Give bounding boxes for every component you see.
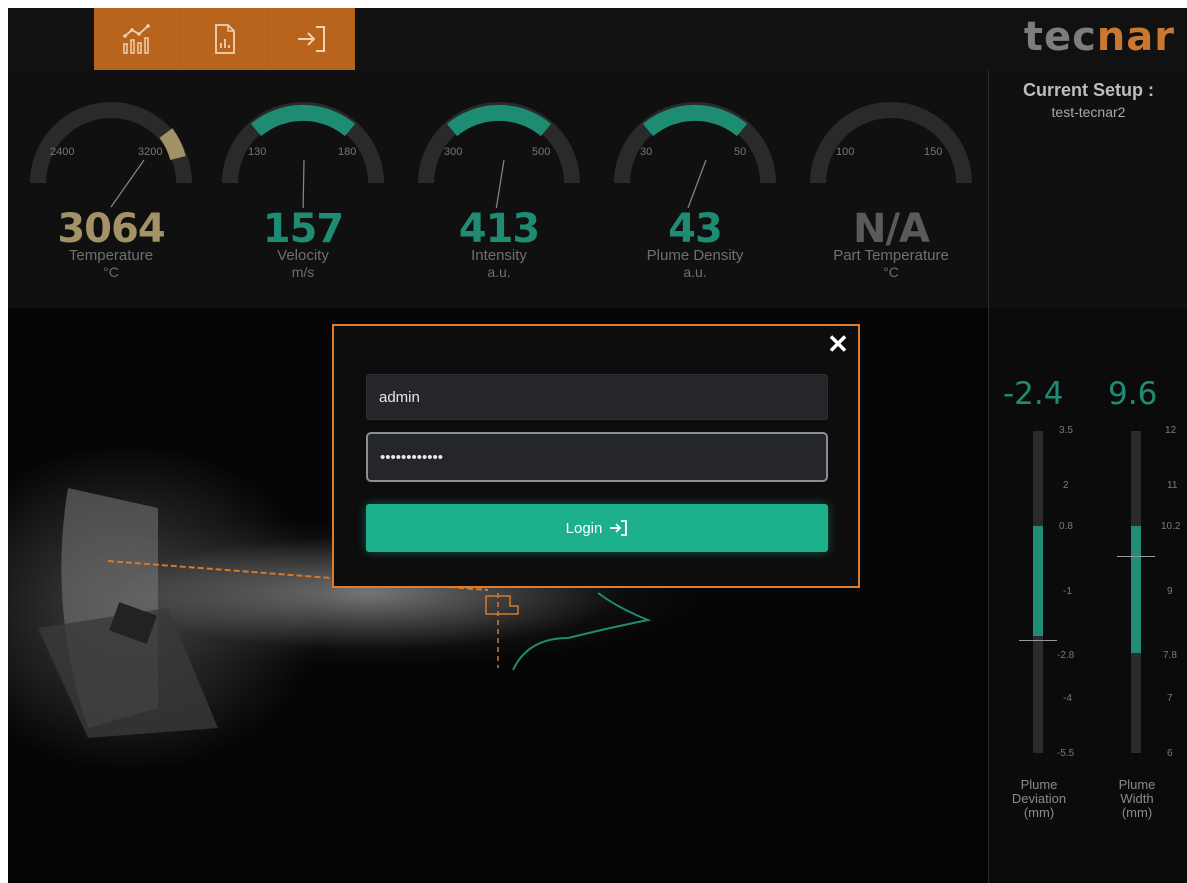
tab-reports[interactable] — [181, 8, 268, 70]
gauge-unit: °C — [103, 264, 119, 280]
close-icon: ✕ — [827, 329, 849, 359]
gauge-tick-min: 130 — [248, 146, 267, 158]
current-setup-name: test-tecnar2 — [1051, 104, 1126, 120]
current-setup-title: Current Setup : — [1022, 80, 1154, 100]
gauge-unit: °C — [883, 264, 899, 280]
gauge-intensity: 300 500 413 Intensity a.u. — [414, 88, 584, 298]
label-line: (mm) — [1121, 805, 1153, 820]
gauge-tick-min: 100 — [836, 146, 855, 158]
tab-charts[interactable] — [94, 8, 181, 70]
gauge-dial — [614, 102, 776, 208]
gauge-value: 3064 — [57, 206, 165, 252]
gauge-label: Plume Density — [646, 247, 744, 264]
report-icon — [215, 24, 235, 54]
gauge-tick-min: 30 — [640, 146, 653, 158]
tecnar-logo: tecnar — [1024, 14, 1175, 60]
label-line: Deviation — [1011, 791, 1067, 806]
gauge-value: 413 — [458, 206, 541, 252]
deviation-tick: -1 — [1063, 586, 1072, 597]
password-input[interactable] — [366, 432, 828, 482]
plume-deviation-value: -2.4 — [1003, 376, 1064, 412]
width-tick: 7.8 — [1163, 650, 1177, 661]
login-arrow-icon — [610, 520, 628, 536]
gauge-temperature: 2400 3200 3064 Temperature °C — [26, 88, 196, 298]
gauge-value: N/A — [852, 206, 930, 252]
width-tick: 7 — [1167, 693, 1173, 704]
gauge-dial — [222, 102, 384, 208]
tab-login[interactable] — [268, 8, 355, 70]
plume-width-fill — [1131, 526, 1141, 653]
deviation-tick: 2 — [1063, 480, 1069, 491]
gauge-tick-max: 50 — [734, 146, 747, 158]
deviation-tick: -2.8 — [1057, 650, 1075, 661]
login-modal: ✕ Login — [332, 324, 860, 588]
width-tick: 12 — [1165, 425, 1177, 436]
gauge-tick-max: 500 — [532, 146, 551, 158]
gauge-part-temperature: 100 150 N/A Part Temperature °C — [806, 88, 976, 298]
top-navigation: tecnar — [8, 8, 1187, 883]
username-input[interactable] — [366, 374, 828, 420]
gauge-unit: a.u. — [683, 264, 707, 280]
login-button[interactable]: Login — [366, 504, 828, 552]
width-tick: 11 — [1167, 480, 1178, 491]
plume-width-label: Plume Width (mm) — [1097, 778, 1177, 820]
gauge-label: Temperature — [68, 247, 154, 264]
gauge-unit: m/s — [291, 264, 315, 280]
plume-deviation-bar — [1033, 431, 1043, 753]
deviation-tick: 0.8 — [1059, 521, 1073, 532]
deviation-tick: 3.5 — [1059, 425, 1073, 436]
gauge-unit: a.u. — [487, 264, 511, 280]
gauge-tick-min: 2400 — [50, 146, 75, 158]
gauge-value: 157 — [262, 206, 345, 252]
plume-width-bar — [1131, 431, 1141, 753]
plume-side-panel: -2.4 9.6 3.5 2 0.8 -1 -2.8 -4 -5.5 12 11… — [988, 308, 1187, 883]
logo-part-2: nar — [1096, 14, 1175, 60]
gauge-tick-max: 180 — [338, 146, 357, 158]
gauge-dial — [810, 102, 972, 184]
plume-width-value: 9.6 — [1108, 376, 1158, 412]
gauge-label: Part Temperature — [833, 247, 949, 264]
gauge-tick-max: 150 — [924, 146, 943, 158]
plume-deviation-label: Plume Deviation (mm) — [999, 778, 1079, 820]
deviation-tick: -4 — [1063, 693, 1072, 704]
chart-icon — [123, 24, 150, 54]
width-tick: 9 — [1167, 586, 1173, 597]
logo-part-1: tec — [1023, 14, 1097, 60]
plume-deviation-fill — [1033, 526, 1043, 636]
label-line: Plume — [1020, 777, 1058, 792]
label-line: (mm) — [1023, 805, 1055, 820]
gauge-label: Velocity — [277, 247, 329, 264]
app-window: tecnar 2400 3200 3064 Temperature °C 130… — [8, 8, 1187, 883]
label-line: Width — [1120, 791, 1154, 806]
plume-width-marker — [1117, 556, 1155, 557]
gauge-tick-max: 3200 — [138, 146, 163, 158]
metrics-panel: 2400 3200 3064 Temperature °C 130 180 15… — [8, 70, 988, 309]
gauge-velocity: 130 180 157 Velocity m/s — [218, 88, 388, 298]
width-tick: 10.2 — [1161, 521, 1181, 532]
gauge-plume-density: 30 50 43 Plume Density a.u. — [610, 88, 780, 298]
plume-deviation-marker — [1019, 640, 1057, 641]
gauge-tick-min: 300 — [444, 146, 463, 158]
label-line: Plume — [1118, 777, 1156, 792]
deviation-tick: -5.5 — [1057, 748, 1075, 759]
login-icon — [298, 26, 325, 52]
gauge-dial — [418, 102, 580, 208]
login-button-label: Login — [565, 519, 603, 537]
current-setup-panel: Current Setup : test-tecnar2 — [988, 70, 1187, 309]
width-tick: 6 — [1167, 748, 1173, 759]
close-button[interactable]: ✕ — [826, 329, 850, 359]
gauge-value: 43 — [668, 206, 723, 252]
gauge-label: Intensity — [471, 247, 527, 264]
